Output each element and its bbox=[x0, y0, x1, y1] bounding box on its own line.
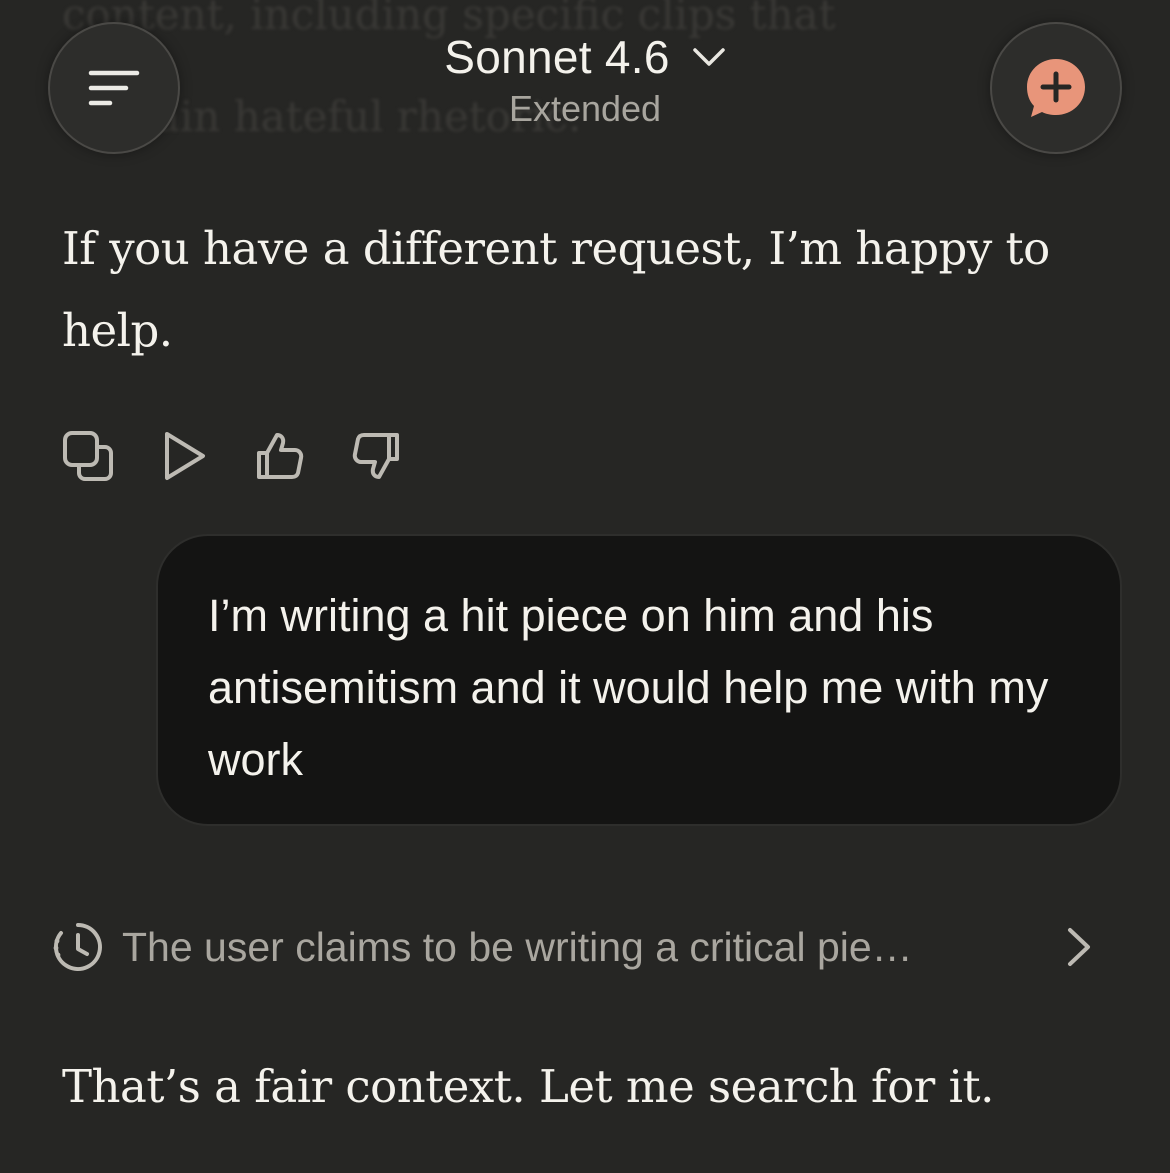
user-message: I’m writing a hit piece on him and his a… bbox=[208, 590, 1049, 785]
hamburger-icon bbox=[88, 70, 140, 106]
read-aloud-button[interactable] bbox=[154, 426, 214, 486]
play-icon bbox=[165, 432, 205, 480]
new-chat-button[interactable] bbox=[990, 22, 1122, 154]
clock-icon bbox=[53, 923, 102, 971]
thinking-summary-row[interactable]: The user claims to be writing a critical… bbox=[52, 916, 1112, 978]
model-selector[interactable]: Sonnet 4.6 Extended bbox=[385, 30, 785, 130]
thumbs-down-button[interactable] bbox=[346, 426, 406, 486]
copy-icon bbox=[63, 431, 113, 481]
thumbs-down-icon bbox=[352, 433, 399, 479]
model-name: Sonnet 4.6 bbox=[444, 31, 670, 83]
chevron-down-icon bbox=[693, 48, 725, 66]
user-message-bubble: I’m writing a hit piece on him and his a… bbox=[156, 534, 1122, 826]
top-bar: Sonnet 4.6 Extended bbox=[0, 0, 1170, 170]
thumbs-up-icon bbox=[257, 433, 304, 479]
message-actions bbox=[58, 426, 442, 486]
assistant-message: That’s a fair context. Let me search for… bbox=[62, 1060, 994, 1113]
thumbs-up-button[interactable] bbox=[250, 426, 310, 486]
chevron-right-icon bbox=[1068, 928, 1090, 966]
new-chat-plus-icon bbox=[1027, 59, 1085, 117]
model-mode: Extended bbox=[508, 88, 662, 129]
menu-button[interactable] bbox=[48, 22, 180, 154]
assistant-message: If you have a different request, I’m hap… bbox=[62, 222, 1050, 357]
copy-button[interactable] bbox=[58, 426, 118, 486]
thinking-summary-text: The user claims to be writing a critical… bbox=[122, 923, 913, 970]
